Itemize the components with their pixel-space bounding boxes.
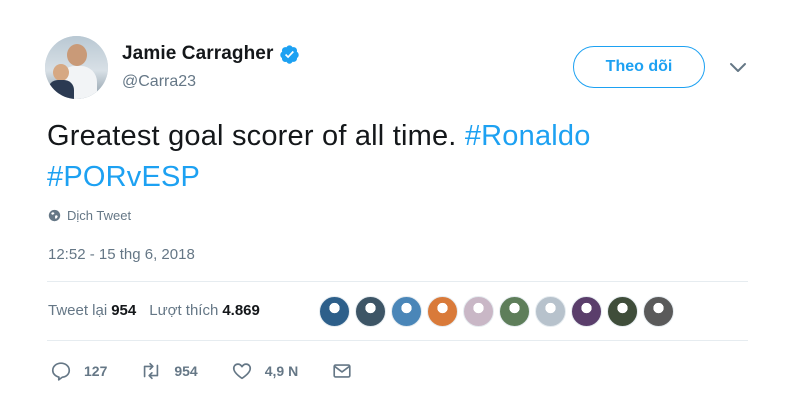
liker-avatar[interactable]	[391, 296, 422, 327]
liker-avatar[interactable]	[607, 296, 638, 327]
liker-avatar[interactable]	[427, 296, 458, 327]
tweet-body: Greatest goal scorer of all time.	[47, 120, 457, 152]
reply-count: 127	[84, 363, 108, 379]
avatar-head-child	[53, 64, 69, 81]
liker-avatar[interactable]	[355, 296, 386, 327]
retweet-count: 954	[174, 363, 198, 379]
like-count: 4,9 N	[264, 363, 299, 379]
reply-icon	[51, 362, 71, 381]
tweet-actions: 127 954 4,9 N	[50, 360, 386, 382]
hashtag-ronaldo[interactable]: #Ronaldo	[465, 120, 591, 152]
heart-icon	[232, 363, 251, 380]
envelope-icon	[333, 364, 351, 378]
translate-label: Dịch Tweet	[67, 208, 132, 223]
tweet-stats: Tweet lại 954 Lượt thích 4.869	[48, 302, 260, 319]
retweet-button[interactable]: 954	[140, 360, 198, 382]
like-button[interactable]: 4,9 N	[231, 360, 298, 382]
divider-top	[47, 281, 748, 282]
liker-avatar[interactable]	[463, 296, 494, 327]
user-handle[interactable]: @Carra23	[122, 73, 196, 91]
avatar-head-man	[67, 44, 87, 66]
follow-button[interactable]: Theo dõi	[573, 46, 705, 88]
retweet-icon	[144, 362, 159, 380]
retweets-label: Tweet lại	[48, 302, 108, 319]
retweets-count: 954	[111, 302, 137, 319]
retweets-stat[interactable]: Tweet lại 954	[48, 302, 136, 319]
translate-tweet-link[interactable]: Dịch Tweet	[48, 208, 131, 223]
liker-avatar[interactable]	[319, 296, 350, 327]
verified-badge-icon	[280, 44, 300, 64]
tweet-text: Greatest goal scorer of all time. #Ronal…	[47, 116, 747, 198]
liker-avatar[interactable]	[571, 296, 602, 327]
likers-avatars	[319, 296, 679, 327]
timestamp[interactable]: 12:52 - 15 thg 6, 2018	[48, 246, 195, 263]
likes-stat[interactable]: Lượt thích 4.869	[149, 302, 260, 319]
globe-icon	[48, 209, 61, 222]
avatar[interactable]	[45, 36, 108, 99]
liker-avatar[interactable]	[499, 296, 530, 327]
chevron-down-icon[interactable]	[728, 60, 748, 76]
liker-avatar[interactable]	[535, 296, 566, 327]
liker-avatar[interactable]	[643, 296, 674, 327]
divider-bottom	[47, 340, 748, 341]
hashtag-porvesp[interactable]: #PORvESP	[47, 161, 200, 193]
likes-count: 4.869	[222, 302, 260, 319]
direct-message-button[interactable]	[331, 360, 353, 382]
avatar-body-child	[48, 80, 74, 99]
display-name[interactable]: Jamie Carragher	[122, 43, 273, 65]
likes-label: Lượt thích	[149, 302, 219, 319]
name-row: Jamie Carragher	[122, 43, 300, 65]
reply-button[interactable]: 127	[50, 360, 107, 382]
